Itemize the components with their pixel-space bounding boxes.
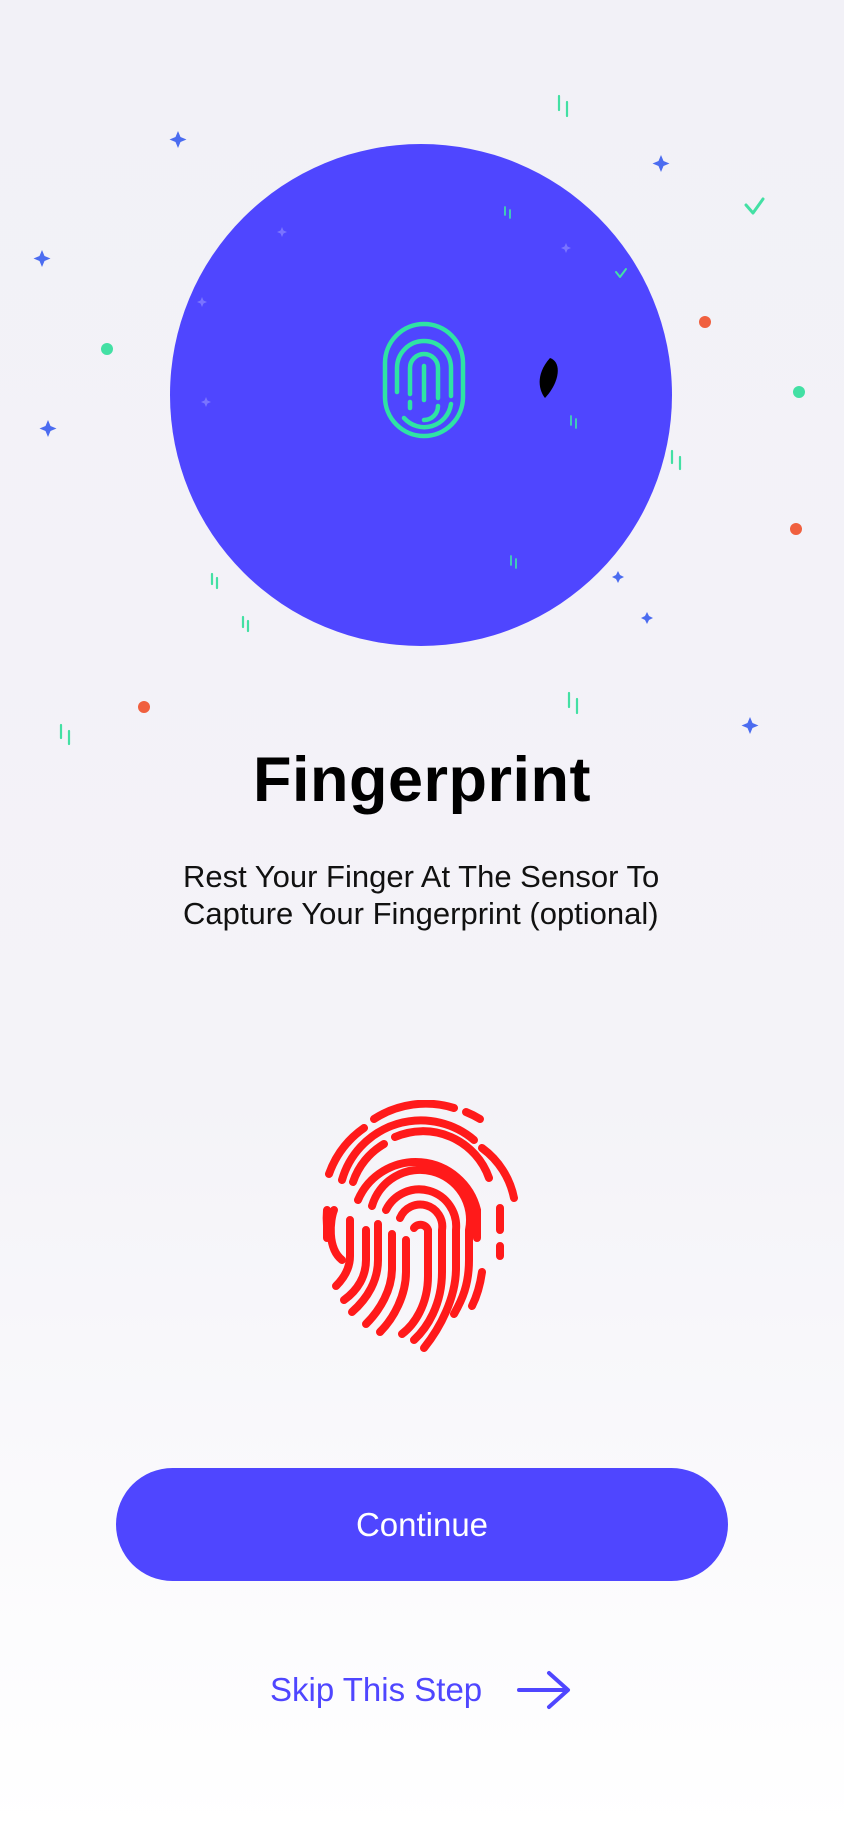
skip-step-label: Skip This Step [270,1671,483,1708]
confetti-checks [744,197,765,215]
fingerprint-icon[interactable] [322,1100,522,1365]
illustration-circle [170,144,672,646]
continue-button[interactable]: Continue [116,1468,728,1581]
skip-step-link[interactable]: Skip This Step [270,1660,572,1720]
page-title: Fingerprint [253,745,591,815]
instruction-text: Rest Your Finger At The Sensor To Captur… [183,859,660,931]
hero-illustration [33,94,805,746]
arrow-right-icon [517,1671,571,1709]
